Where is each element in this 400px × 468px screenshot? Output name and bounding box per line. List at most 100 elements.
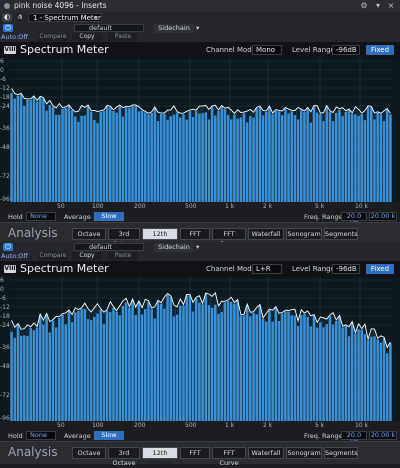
compare-button[interactable]: Compare: [38, 33, 68, 41]
spectrum-bar: [350, 322, 354, 421]
spectrum-bar: [268, 310, 271, 421]
hold-select[interactable]: None: [26, 431, 56, 440]
spectrum-bar: [226, 108, 230, 202]
y-tick-label: -36: [0, 344, 10, 351]
spectrum-bar: [207, 295, 211, 421]
freq-low-field[interactable]: 20.0 Hz: [341, 431, 367, 446]
freq-high-field[interactable]: 20.00 k: [369, 212, 397, 221]
spectrum-bar: [379, 114, 383, 202]
spectrum-bar: [214, 106, 217, 202]
spectrum-bar: [23, 99, 26, 202]
spectrum-bar: [376, 339, 379, 421]
spectrum-bar: [233, 303, 236, 421]
sidechain-button[interactable]: Sidechain: [154, 243, 194, 252]
sidechain-arrow-icon[interactable]: ▾: [196, 24, 199, 32]
copy-button[interactable]: Copy: [72, 33, 102, 41]
freq-high-field[interactable]: 20.00 k: [369, 431, 397, 440]
x-tick-label: 10 k: [355, 203, 369, 210]
preset-select[interactable]: default: [74, 243, 144, 251]
spectrum-bar-gap: [185, 112, 188, 120]
spectrum-bar: [61, 108, 64, 202]
spectrum-bar: [163, 298, 166, 421]
spectrum-bar: [112, 307, 115, 421]
analysis-mode-button[interactable]: Octave: [72, 447, 106, 459]
analysis-mode-button[interactable]: Waterfall: [248, 447, 284, 459]
spectrum-bar: [115, 107, 118, 202]
spectrum-bar-gap: [137, 107, 141, 112]
hold-select[interactable]: None: [26, 212, 56, 221]
gear-icon[interactable]: ⚙: [360, 2, 368, 10]
spectrum-bar: [166, 111, 169, 202]
freq-low-field[interactable]: 20.0 Hz: [341, 212, 367, 227]
channel-mode-select[interactable]: L+R: [252, 264, 282, 274]
spectrum-bar: [54, 108, 58, 202]
analysis-mode-button[interactable]: Waterfall: [248, 228, 284, 240]
copy-button[interactable]: Copy: [72, 252, 102, 260]
chevron-down-icon: ▾: [94, 14, 98, 22]
spectrum-bar: [51, 106, 55, 202]
analysis-mode-button[interactable]: FFT: [180, 447, 210, 459]
spectrum-bar-gap: [96, 112, 99, 124]
level-range-select[interactable]: -96dB: [332, 264, 360, 274]
level-range-select[interactable]: -96dB: [332, 45, 360, 55]
spectrum-bar-gap: [226, 108, 230, 115]
spectrum-bar: [182, 305, 185, 421]
routing-icon[interactable]: ⋔: [14, 13, 26, 22]
average-select[interactable]: Slow: [94, 212, 124, 221]
spectrum-bar: [77, 112, 80, 202]
analysis-mode-button[interactable]: Octave: [72, 228, 106, 240]
analysis-mode-button[interactable]: 12th Octave: [142, 447, 178, 467]
power-icon[interactable]: ◐: [2, 13, 12, 22]
spectrum-bar-gap: [83, 108, 87, 116]
fixed-button[interactable]: Fixed: [366, 264, 394, 274]
close-icon[interactable]: ×: [387, 2, 395, 10]
spectrum-bar: [284, 311, 287, 421]
spectrum-bar: [23, 329, 26, 421]
compare-button[interactable]: Compare: [38, 252, 68, 260]
analysis-mode-button[interactable]: FFT Curve: [212, 447, 246, 467]
spectrum-bar: [255, 108, 258, 202]
spectrum-bar-gap: [89, 313, 93, 321]
power-button[interactable]: ⏻: [3, 24, 13, 32]
channel-mode-select[interactable]: Mono: [252, 45, 282, 55]
analysis-mode-button[interactable]: Segments: [324, 228, 358, 240]
average-select[interactable]: Slow: [94, 431, 124, 440]
insert-select[interactable]: 1 - Spectrum Meter ▾: [28, 13, 102, 22]
analysis-mode-button[interactable]: 3rd Octave: [108, 447, 140, 467]
auto-off-button[interactable]: Auto:Off: [1, 252, 28, 260]
power-button[interactable]: ⏻: [3, 243, 13, 251]
analysis-mode-button[interactable]: Sonogram: [286, 447, 322, 459]
spectrum-bar: [360, 114, 364, 202]
auto-off-button[interactable]: Auto:Off: [1, 33, 28, 41]
spectrum-bar-gap: [156, 113, 160, 122]
spectrum-bar: [108, 302, 112, 421]
analysis-mode-button[interactable]: Segments: [324, 447, 358, 459]
preset-select[interactable]: default: [74, 24, 144, 32]
analysis-mode-button[interactable]: FFT: [180, 228, 210, 240]
spectrum-bar: [363, 111, 367, 202]
minimize-icon[interactable]: ▾: [374, 2, 382, 10]
spectrum-bar: [325, 320, 329, 421]
paste-button[interactable]: Paste: [108, 252, 138, 260]
spectrum-bar: [134, 106, 138, 202]
hold-label: Hold: [8, 432, 23, 440]
spectrum-bar-gap: [287, 110, 290, 114]
spectrum-bar: [96, 112, 99, 202]
paste-button[interactable]: Paste: [108, 33, 138, 41]
analysis-mode-button[interactable]: FFT Curve: [212, 228, 246, 248]
x-tick-label: 5 k: [315, 203, 325, 210]
spectrum-bar: [290, 310, 294, 421]
spectrum-bar: [382, 338, 386, 421]
spectrum-bar: [284, 108, 287, 202]
spectrum-bar-gap: [26, 325, 29, 337]
analysis-mode-button[interactable]: 12th Octave: [142, 228, 178, 248]
analysis-mode-button[interactable]: 3rd Octave: [108, 228, 140, 248]
y-tick-label: -72: [0, 173, 10, 180]
spectrum-bar: [89, 313, 93, 421]
fixed-button[interactable]: Fixed: [366, 45, 394, 55]
analysis-mode-button[interactable]: Sonogram: [286, 228, 322, 240]
sidechain-arrow-icon[interactable]: ▾: [196, 243, 199, 251]
spectrum-bar: [242, 113, 246, 202]
spectrum-bar-gap: [163, 298, 166, 309]
sidechain-button[interactable]: Sidechain: [154, 24, 194, 33]
